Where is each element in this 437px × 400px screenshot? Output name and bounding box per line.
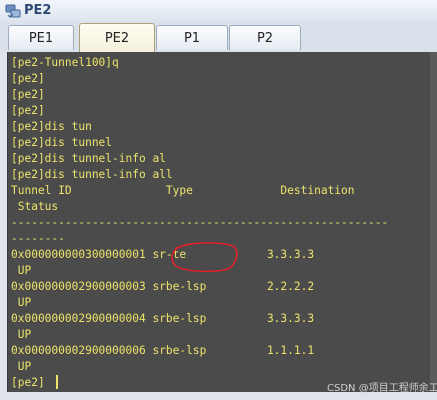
table-header-line: Status: [11, 200, 59, 213]
text-cursor: [56, 375, 58, 389]
device-tab-bar: PE1 PE2 P1 P2: [0, 22, 437, 52]
terminal-line: [pe2]dis tun: [11, 120, 92, 133]
separator-line: --------: [11, 232, 65, 245]
command-prompt: [pe2]: [11, 376, 45, 389]
terminal-edge: [430, 52, 437, 392]
tunnel-status: UP: [11, 264, 32, 277]
tunnel-row: 0x000000000300000001 sr-te 3.3.3.3: [11, 248, 315, 261]
terminal-console[interactable]: [pe2-Tunnel100]q [pe2] [pe2] [pe2] [pe2]…: [7, 52, 437, 392]
tunnel-status: UP: [11, 328, 32, 341]
terminal-line: [pe2]: [11, 104, 45, 117]
window-title: PE2: [24, 3, 52, 18]
terminal-line: [pe2]dis tunnel: [11, 136, 113, 149]
tab-pe2[interactable]: PE2: [79, 23, 155, 52]
tab-label: PE2: [104, 30, 130, 46]
terminal-line: [pe2-Tunnel100]q: [11, 56, 119, 69]
tunnel-status: UP: [11, 360, 32, 373]
separator-line: ----------------------------------------…: [11, 216, 389, 229]
tab-label: P1: [183, 30, 201, 46]
tab-pe1[interactable]: PE1: [8, 25, 74, 50]
terminal-line: [pe2]dis tunnel-info all: [11, 168, 173, 181]
tunnel-row: 0x000000002900000006 srbe-lsp 1.1.1.1: [11, 344, 315, 357]
highlight-circle: [171, 242, 238, 272]
tab-p1[interactable]: P1: [156, 25, 228, 50]
watermark: CSDN @项目工程师余工: [327, 383, 437, 394]
terminal-line: [pe2]: [11, 88, 45, 101]
tab-label: P2: [256, 30, 274, 46]
tunnel-row: 0x000000002900000004 srbe-lsp 3.3.3.3: [11, 312, 315, 325]
tab-p2[interactable]: P2: [229, 25, 301, 50]
tunnel-status: UP: [11, 296, 32, 309]
terminal-line: [pe2]: [11, 72, 45, 85]
app-icon: [5, 4, 21, 18]
terminal-line: [pe2]dis tunnel-info al: [11, 152, 166, 165]
table-header-line: Tunnel ID Type Destination: [11, 184, 355, 197]
tunnel-row: 0x000000002900000003 srbe-lsp 2.2.2.2: [11, 280, 315, 293]
tab-label: PE1: [28, 30, 54, 46]
window-title-bar: PE2: [0, 0, 437, 23]
